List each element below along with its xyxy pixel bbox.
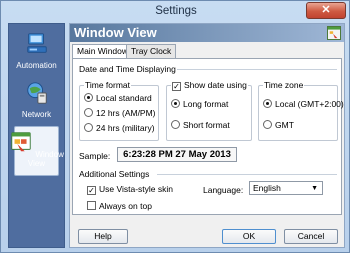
radio-label: Long format xyxy=(183,99,229,109)
tab-main-window[interactable]: Main Window xyxy=(72,44,134,59)
close-button[interactable]: ✕ xyxy=(306,2,346,19)
radio-local-standard[interactable]: Local standard xyxy=(84,93,152,103)
automation-icon xyxy=(26,33,47,53)
sidebar-item-window-view[interactable]: Window View xyxy=(9,126,64,176)
network-icon xyxy=(26,82,47,104)
main-panel: Window View Main Window Tray Clock Date … xyxy=(69,23,345,248)
additional-section-label: Additional Settings xyxy=(79,169,150,179)
sidebar-item-label: Network xyxy=(21,110,52,119)
radio-local-gmt[interactable]: Local (GMT+2:00) xyxy=(263,99,344,109)
date-format-group: ✓ Show date using Long format Short forma… xyxy=(166,80,252,141)
window-view-icon xyxy=(11,132,31,152)
help-button[interactable]: Help xyxy=(78,229,128,244)
time-format-group: Time format Local standard 12 hrs (AM/PM… xyxy=(79,80,159,141)
radio-label: Local standard xyxy=(96,93,152,103)
sidebar-item-automation[interactable]: Automation xyxy=(9,32,64,70)
radio-gmt[interactable]: GMT xyxy=(263,120,294,130)
date-time-section-label: Date and Time Displaying xyxy=(79,64,176,74)
sample-label: Sample: xyxy=(79,151,111,161)
language-label: Language: xyxy=(203,185,244,195)
language-value: English xyxy=(253,183,281,193)
vista-skin-label: Use Vista-style skin xyxy=(99,184,174,194)
always-on-top-label: Always on top xyxy=(99,201,152,211)
window-title: Settings xyxy=(155,5,197,17)
sidebar: Automation Network Window View xyxy=(8,23,65,248)
radio-short-format[interactable]: Short format xyxy=(171,120,230,130)
radio-label: Short format xyxy=(183,120,230,130)
title-bar: Settings ✕ xyxy=(1,1,350,23)
section-title: Window View xyxy=(74,25,157,40)
time-format-title: Time format xyxy=(84,80,132,90)
radio-label: 24 hrs (military) xyxy=(96,123,155,133)
show-date-label: Show date using xyxy=(184,80,247,90)
tab-panel: Date and Time Displaying Time format Loc… xyxy=(72,58,344,215)
sidebar-item-label: Automation xyxy=(16,61,57,70)
chevron-down-icon: ▼ xyxy=(311,185,318,192)
tab-tray-clock[interactable]: Tray Clock xyxy=(126,44,177,58)
ok-button[interactable]: OK xyxy=(222,229,276,244)
always-on-top-checkbox[interactable]: Always on top xyxy=(87,201,152,211)
radio-long-format[interactable]: Long format xyxy=(171,99,228,109)
divider xyxy=(157,174,337,175)
radio-label: Local (GMT+2:00) xyxy=(275,99,344,109)
sidebar-item-network[interactable]: Network xyxy=(9,81,64,119)
vista-skin-checkbox[interactable]: ✓ Use Vista-style skin xyxy=(87,184,173,195)
radio-12-hrs[interactable]: 12 hrs (AM/PM) xyxy=(84,108,156,118)
settings-window: Settings ✕ Automation Network Window Vie… xyxy=(0,0,350,253)
language-select[interactable]: English ▼ xyxy=(249,181,323,195)
radio-24-hrs[interactable]: 24 hrs (military) xyxy=(84,123,155,133)
time-zone-group: Time zone Local (GMT+2:00) GMT xyxy=(258,80,344,141)
radio-label: 12 hrs (AM/PM) xyxy=(96,108,156,118)
section-header: Window View xyxy=(70,24,344,42)
radio-label: GMT xyxy=(275,120,294,130)
sample-preview: 6:23:28 PM 27 May 2013 xyxy=(117,147,237,162)
time-zone-title: Time zone xyxy=(263,80,305,90)
window-view-small-icon xyxy=(327,26,341,40)
show-date-checkbox[interactable]: ✓ Show date using xyxy=(171,80,248,91)
cancel-button[interactable]: Cancel xyxy=(284,229,338,244)
divider xyxy=(177,69,337,70)
